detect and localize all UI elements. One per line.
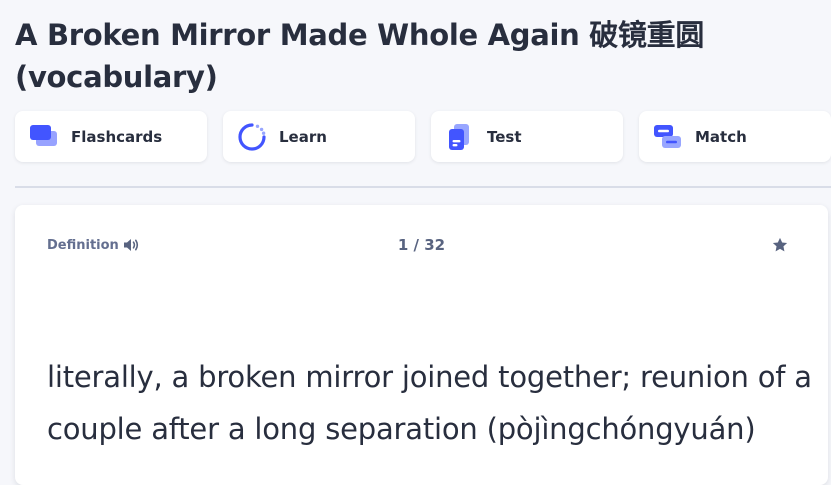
learn-label: Learn xyxy=(279,127,327,146)
match-label: Match xyxy=(695,127,747,146)
study-modes: Flashcards Learn Test Match xyxy=(15,111,831,162)
divider xyxy=(15,186,831,188)
flashcards-icon xyxy=(29,122,59,152)
flashcard[interactable]: Definition 1 / 32 literally, a broken mi… xyxy=(15,205,828,485)
page-title: A Broken Mirror Made Whole Again 破镜重圆 (v… xyxy=(15,18,705,94)
test-label: Test xyxy=(487,127,522,146)
match-button[interactable]: Match xyxy=(639,111,831,162)
flashcards-button[interactable]: Flashcards xyxy=(15,111,207,162)
star-icon[interactable] xyxy=(771,236,789,254)
learn-icon xyxy=(237,122,267,152)
match-icon xyxy=(653,122,683,152)
learn-button[interactable]: Learn xyxy=(223,111,415,162)
card-counter: 1 / 32 xyxy=(397,236,446,254)
test-icon xyxy=(445,122,475,152)
test-button[interactable]: Test xyxy=(431,111,623,162)
card-definition-text: literally, a broken mirror joined togeth… xyxy=(47,360,812,446)
flashcards-label: Flashcards xyxy=(71,127,163,146)
